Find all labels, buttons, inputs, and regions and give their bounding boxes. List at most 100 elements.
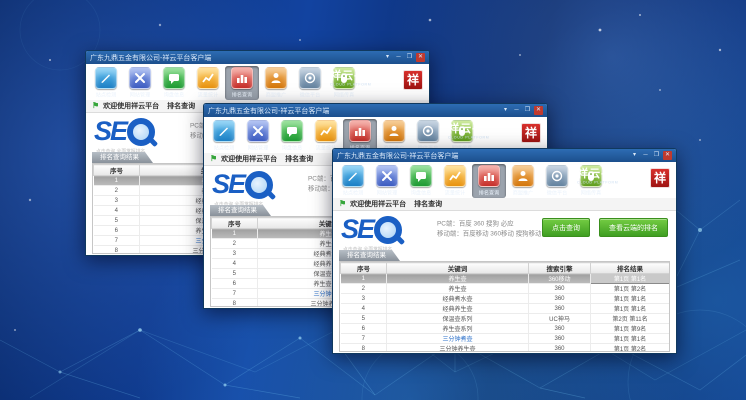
toolbar-item-site-check[interactable]: 站点检测 — [336, 164, 370, 198]
tab-rank-results[interactable]: 排名查询结果 — [210, 205, 271, 216]
cell-no: 2 — [212, 239, 258, 249]
cell-no: 5 — [212, 269, 258, 279]
query-button[interactable]: 点击查询 — [542, 218, 590, 237]
cell-rank: 第1页 第1名 — [591, 274, 670, 284]
action-buttons: 点击查询 查看云端的排名 — [542, 218, 668, 237]
table-row[interactable]: 1养生壶360移动第1页 第1名 — [341, 274, 670, 284]
tab-rank-results[interactable]: 排名查询结果 — [339, 250, 400, 261]
breadcrumb-welcome: 欢迎使用祥云平台 — [221, 154, 277, 164]
flag-icon: ⚑ — [210, 155, 217, 163]
table-row[interactable]: 6养生壶系列360第1页 第9名 — [341, 324, 670, 334]
table-row[interactable]: 7三分钟煮壶360第1页 第1名 — [341, 334, 670, 344]
minimize-icon[interactable]: ─ — [641, 151, 650, 160]
magnifier-icon — [374, 216, 402, 244]
seo-logo-text: SE — [212, 169, 244, 200]
pencil-icon — [213, 120, 235, 142]
tools-icon — [247, 120, 269, 142]
view-cloud-rank-button[interactable]: 查看云端的排名 — [599, 218, 668, 237]
toolbar-item-promotion[interactable]: 商盟推广 — [506, 164, 540, 198]
brand-subtitle: CLOUD PLATFORM — [330, 83, 371, 87]
toolbar-item-site-manage[interactable]: 网站管理 — [370, 164, 404, 198]
toolbar-item-inquiry[interactable]: 询盘信息 — [157, 66, 191, 100]
minimize-icon[interactable]: ─ — [394, 53, 403, 62]
close-icon[interactable]: ✕ — [663, 151, 672, 160]
cell-no: 4 — [94, 206, 140, 216]
toolbar-item-rank-query[interactable]: 排名查询 — [472, 164, 506, 198]
titlebar[interactable]: 广东九鼎五金有限公司-祥云平台客户端 ▾ ─ ❐ ✕ — [204, 104, 547, 117]
skin-icon[interactable]: ▾ — [383, 53, 392, 62]
toolbar-item-site-manage[interactable]: 网站管理 — [123, 66, 157, 100]
line-chart-icon — [315, 120, 337, 142]
toolbar-item-site-check[interactable]: 站点检测 — [207, 119, 241, 153]
table-row[interactable]: 2养生壶360第1页 第2名 — [341, 284, 670, 294]
toolbar-item-site-manage[interactable]: 网站管理 — [241, 119, 275, 153]
cell-no: 1 — [212, 229, 258, 239]
cell-no: 1 — [341, 274, 387, 284]
close-icon[interactable]: ✕ — [534, 106, 543, 115]
brand-seal-icon: 祥 — [521, 123, 541, 143]
table-row[interactable]: 3经典煮水壶360第1页 第1名 — [341, 294, 670, 304]
minimize-icon[interactable]: ─ — [512, 106, 521, 115]
toolbar-item-wechat[interactable]: 微信平台 — [293, 66, 327, 100]
window-controls: ▾ ─ ❐ ✕ — [383, 53, 425, 62]
window-controls: ▾ ─ ❐ ✕ — [501, 106, 543, 115]
rank-results-table: 序号 关键词 搜索引擎 排名结果 1养生壶360移动第1页 第1名2养生壶360… — [339, 261, 670, 352]
toolbar-item-inquiry[interactable]: 询盘信息 — [275, 119, 309, 153]
cell-engine: 360 — [529, 344, 591, 353]
skin-icon[interactable]: ▾ — [630, 151, 639, 160]
cell-no: 1 — [94, 176, 140, 186]
cell-no: 7 — [212, 289, 258, 299]
toolbar-item-traffic[interactable]: 流量统计 — [438, 164, 472, 198]
seo-logo: SE — [212, 169, 273, 200]
brand-logo: 祥云平台 CLOUD PLATFORM 祥 — [448, 123, 541, 143]
brand-name: 祥云平台 — [330, 71, 399, 82]
pencil-icon — [342, 165, 364, 187]
cell-engine: 360 — [529, 334, 591, 344]
table-row[interactable]: 4经典养生壶360第1页 第1名 — [341, 304, 670, 314]
person-icon — [512, 165, 534, 187]
cell-rank: 第2页 第11名 — [591, 314, 670, 324]
toolbar-item-rank-query[interactable]: 排名查询 — [225, 66, 259, 100]
cell-keyword: 养生壶 — [387, 284, 529, 294]
header-rank: 排名结果 — [591, 263, 670, 274]
breadcrumb-page: 排名查询 — [414, 199, 442, 209]
cell-keyword: 养生壶系列 — [387, 324, 529, 334]
tab-rank-results[interactable]: 排名查询结果 — [92, 152, 153, 163]
breadcrumb: ⚑ 欢迎使用祥云平台 排名查询 — [333, 198, 676, 211]
skin-icon[interactable]: ▾ — [501, 106, 510, 115]
window-controls: ▾ ─ ❐ ✕ — [630, 151, 672, 160]
toolbar-item-site-check[interactable]: 站点检测 — [89, 66, 123, 100]
maximize-icon[interactable]: ❐ — [652, 151, 661, 160]
person-icon — [265, 67, 287, 89]
titlebar[interactable]: 广东九鼎五金有限公司-祥云平台客户端 ▾ ─ ❐ ✕ — [86, 51, 429, 64]
cell-rank: 第1页 第1名 — [591, 304, 670, 314]
toolbar-item-inquiry[interactable]: 询盘信息 — [404, 164, 438, 198]
window-title: 广东九鼎五金有限公司-祥云平台客户端 — [208, 106, 501, 116]
toolbar-item-traffic[interactable]: 流量统计 — [191, 66, 225, 100]
close-icon[interactable]: ✕ — [416, 53, 425, 62]
target-icon — [299, 67, 321, 89]
toolbar-item-wechat[interactable]: 微信平台 — [540, 164, 574, 198]
speech-bubble-icon — [281, 120, 303, 142]
window-title: 广东九鼎五金有限公司-祥云平台客户端 — [337, 151, 630, 161]
table-row[interactable]: 5保温壶系列UC神马第2页 第11名 — [341, 314, 670, 324]
maximize-icon[interactable]: ❐ — [405, 53, 414, 62]
cell-engine: 360移动 — [529, 274, 591, 284]
speech-bubble-icon — [410, 165, 432, 187]
titlebar[interactable]: 广东九鼎五金有限公司-祥云平台客户端 ▾ ─ ❐ ✕ — [333, 149, 676, 162]
cell-engine: 360 — [529, 294, 591, 304]
cell-rank: 第1页 第2名 — [591, 344, 670, 353]
toolbar-item-promotion[interactable]: 商盟推广 — [259, 66, 293, 100]
cell-keyword: 保温壶系列 — [387, 314, 529, 324]
line-chart-icon — [444, 165, 466, 187]
cell-engine: 360 — [529, 304, 591, 314]
table-row[interactable]: 8三分钟养生壶360第1页 第2名 — [341, 344, 670, 353]
header-no: 序号 — [212, 218, 258, 229]
cell-no: 2 — [341, 284, 387, 294]
header-keyword: 关键词 — [387, 263, 529, 274]
cell-no: 4 — [212, 259, 258, 269]
cell-no: 3 — [341, 294, 387, 304]
maximize-icon[interactable]: ❐ — [523, 106, 532, 115]
header-engine: 搜索引擎 — [529, 263, 591, 274]
cell-keyword: 经典养生壶 — [387, 304, 529, 314]
